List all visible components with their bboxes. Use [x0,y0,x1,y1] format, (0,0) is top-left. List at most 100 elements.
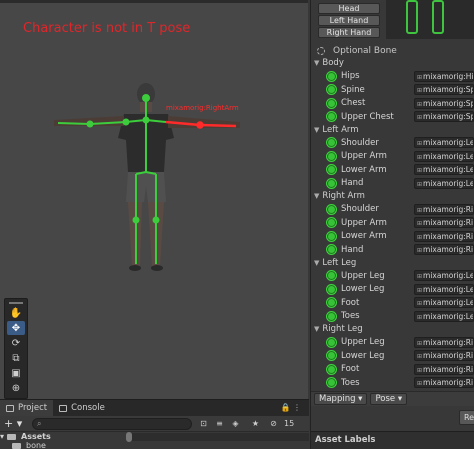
bone-mapped-icon[interactable] [327,151,336,161]
bone-mapped-icon[interactable] [327,71,336,81]
tag-icon[interactable]: ◈ [230,418,241,429]
bone-transform-field[interactable]: ⊞mixamorig:Le [414,283,474,295]
transform-icon: ⊞ [417,313,423,321]
left-foot-icon[interactable] [406,0,418,34]
bone-row: Upper Arm ⊞mixamorig:Ri [327,217,474,229]
group-left-arm[interactable]: ▼ Left Arm [314,124,359,136]
tab-menu-icons[interactable]: 🔒 ⋮ [280,403,301,412]
bone-transform-field[interactable]: ⊞mixamorig:Ri [414,230,474,242]
group-right-arm[interactable]: ▼ Right Arm [314,190,365,202]
bone-row: Lower Arm ⊞mixamorig:Ri [327,230,474,242]
transform-icon: ⊞ [417,180,423,188]
transform-icon: ⊞ [417,206,423,214]
bone-transform-field[interactable]: ⊞mixamorig:Le [414,177,474,189]
t-pose-warning: Character is not in T pose [23,21,191,36]
bone-mapped-icon[interactable] [327,178,336,188]
reset-button[interactable]: Re [459,410,474,425]
scale-tool-icon[interactable]: ⧉ [7,351,25,365]
bone-mapped-icon[interactable] [327,218,336,227]
bone-name: Upper Chest [341,111,394,122]
tab-project[interactable]: Project [0,400,54,416]
hidden-count: 15 [284,419,295,428]
bone-mapped-icon[interactable] [327,245,336,254]
bone-row: Shoulder ⊞mixamorig:Le [327,137,474,149]
rect-tool-icon[interactable]: ▣ [7,366,25,380]
transform-icon: ⊞ [417,140,423,147]
bone-transform-field[interactable]: ⊞mixamorig:Hi [414,70,474,82]
bone-mapped-icon[interactable] [327,98,336,108]
transform-icon: ⊞ [417,114,423,121]
search-by-type-icon[interactable]: ⊡ [198,418,209,429]
folder-icon [7,433,17,440]
bone-mapped-icon[interactable] [327,284,336,294]
bone-name: Upper Arm [341,151,387,161]
bone-mapped-icon[interactable] [327,378,336,387]
group-body[interactable]: ▼ Body [314,57,344,69]
right-hand-button[interactable]: Right Hand [318,27,380,38]
bone-mapped-icon[interactable] [327,351,336,360]
search-by-label-icon[interactable]: ≡ [214,418,225,429]
bone-transform-field[interactable]: ⊞mixamorig:Le [414,297,474,308]
bone-mapped-icon[interactable] [327,165,336,174]
add-asset-button[interactable]: + ▾ [4,417,22,430]
bone-mapped-icon[interactable] [327,231,336,241]
head-button[interactable]: Head [318,3,380,14]
bone-name: Chest [341,98,366,108]
tree-item-assets[interactable]: ▾ Assets [0,432,132,441]
scene-view[interactable]: Character is not in T pose mixamorig:Rig… [0,0,308,399]
favorite-star-icon[interactable]: ★ [250,418,261,429]
bone-mapped-icon[interactable] [327,311,336,321]
bone-transform-field[interactable]: ⊞mixamorig:Le [414,270,474,281]
bone-mapped-icon[interactable] [327,364,336,374]
bone-transform-field[interactable]: ⊞mixamorig:Ri [414,336,474,348]
bone-transform-field[interactable]: ⊞mixamorig:Ri [414,244,474,255]
left-hand-button[interactable]: Left Hand [318,15,380,26]
scene-tools-palette: ✋ ✥ ⟳ ⧉ ▣ ⊕ [4,298,28,399]
bone-transform-field[interactable]: ⊞mixamorig:Ri [414,217,474,228]
bone-transform-field[interactable]: ⊞mixamorig:Sp [414,111,474,122]
group-right-leg[interactable]: ▼ Right Leg [314,323,363,335]
hidden-packages-icon[interactable]: ⊘ [268,418,279,429]
bone-transform-field[interactable]: ⊞mixamorig:Le [414,164,474,175]
tab-console[interactable]: Console [53,400,111,416]
project-search-input[interactable]: ⌕ [32,418,192,430]
bone-transform-field[interactable]: ⊞mixamorig:Ri [414,203,474,215]
transform-tool-icon[interactable]: ⊕ [7,381,25,395]
bone-row: Chest ⊞mixamorig:Sp [327,97,474,109]
bone-transform-field[interactable]: ⊞mixamorig:Le [414,310,474,322]
transform-icon: ⊞ [417,366,423,374]
bone-name: Foot [341,364,360,374]
bone-name: Toes [341,311,360,321]
rotate-tool-icon[interactable]: ⟳ [7,336,25,350]
right-foot-icon[interactable] [432,0,444,34]
bone-transform-field[interactable]: ⊞mixamorig:Le [414,137,474,148]
move-tool-icon[interactable]: ✥ [7,321,25,335]
hand-tool-icon[interactable]: ✋ [7,306,25,320]
bone-mapped-icon[interactable] [327,271,336,280]
bone-mapped-icon[interactable] [327,112,336,121]
bone-row: Upper Arm ⊞mixamorig:Le [327,150,474,162]
transform-icon: ⊞ [417,286,423,294]
palette-grip[interactable] [9,302,23,304]
bone-mapped-icon[interactable] [327,298,336,307]
bone-mapped-icon[interactable] [327,337,336,347]
bone-mapped-icon[interactable] [327,204,336,214]
bone-mapped-icon[interactable] [327,85,336,94]
bone-transform-field[interactable]: ⊞mixamorig:Sp [414,97,474,109]
tree-item-bone[interactable]: bone [0,441,132,449]
bone-transform-field[interactable]: ⊞mixamorig:Sp [414,84,474,95]
group-left-leg[interactable]: ▼ Left Leg [314,257,356,269]
project-tabs: Project Console 🔒 ⋮ [0,400,309,416]
bone-mapped-icon[interactable] [327,138,336,147]
pose-dropdown[interactable]: Pose ▾ [370,393,408,405]
bone-transform-field[interactable]: ⊞mixamorig:Ri [414,377,474,388]
mapping-dropdown[interactable]: Mapping ▾ [314,393,368,405]
bone-transform-field[interactable]: ⊞mixamorig:Ri [414,350,474,361]
bone-transform-field[interactable]: ⊞mixamorig:Le [414,150,474,162]
bone-name: Upper Arm [341,217,387,228]
optional-bone-legend: Optional Bone [317,44,474,57]
bone-row: Hips ⊞mixamorig:Hi [327,70,474,82]
asset-labels-header[interactable]: Asset Labels [311,431,474,449]
bone-transform-field[interactable]: ⊞mixamorig:Ri [414,363,474,375]
bone-row: Hand ⊞mixamorig:Ri [327,244,474,256]
